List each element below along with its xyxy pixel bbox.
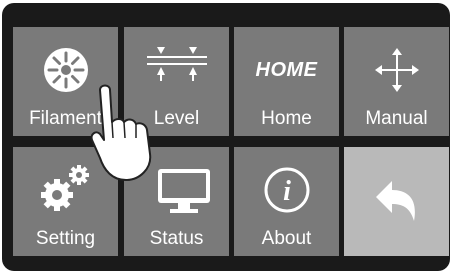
about-button[interactable]: i About [234,147,339,256]
setting-label: Setting [35,228,96,249]
manual-button[interactable]: Manual [344,27,449,136]
move-arrows-icon [344,45,449,100]
pointing-hand-icon [90,82,170,187]
back-button[interactable] [344,147,449,256]
back-arrow-icon [344,177,449,232]
about-label: About [261,228,312,249]
info-icon: i [234,165,339,220]
manual-label: Manual [365,108,428,129]
home-icon-text: HOME [255,59,318,81]
status-label: Status [149,228,204,249]
home-icon: HOME [234,45,339,82]
home-label: Home [261,108,312,129]
home-button[interactable]: HOME Home [234,27,339,136]
info-icon-letter: i [283,176,291,207]
